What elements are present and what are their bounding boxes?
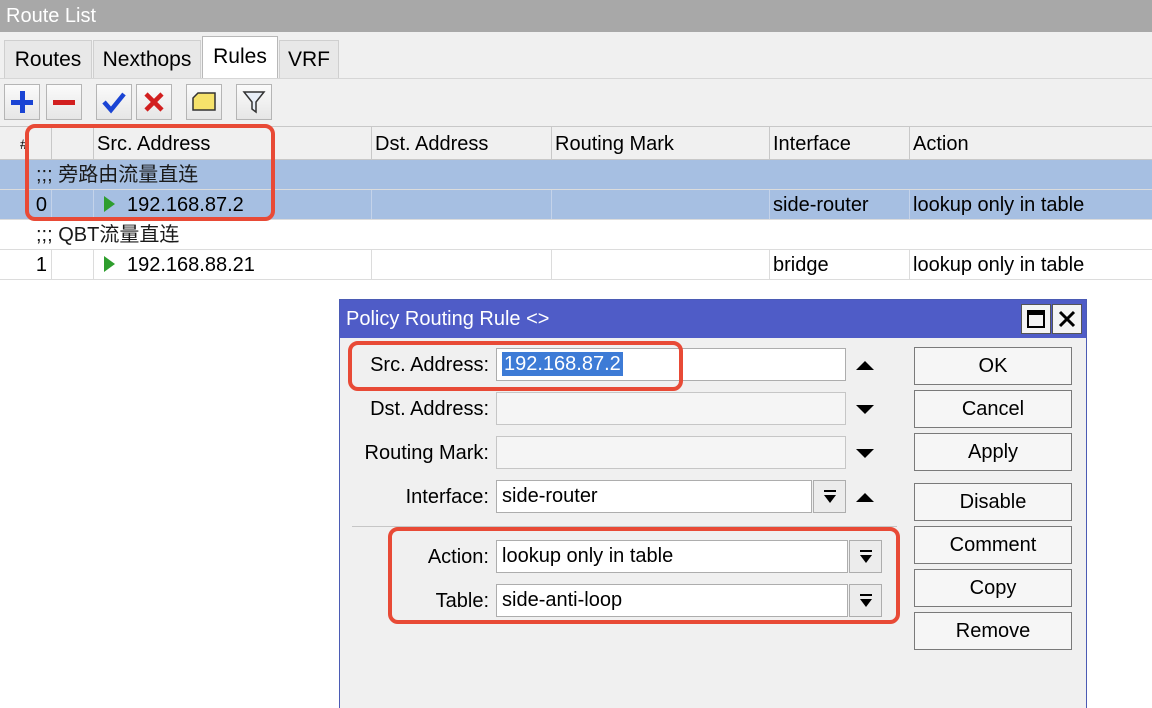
interface-dropdown-button[interactable] bbox=[813, 480, 846, 513]
row-flags bbox=[52, 250, 94, 279]
toolbar bbox=[0, 78, 1152, 126]
column-header-routing-mark[interactable]: Routing Mark bbox=[552, 127, 770, 160]
row-number: 1 bbox=[0, 250, 52, 279]
collapse-interface-icon[interactable] bbox=[856, 493, 874, 502]
ok-button[interactable]: OK bbox=[914, 347, 1072, 385]
maximize-button[interactable] bbox=[1021, 304, 1051, 334]
column-header-number[interactable]: # bbox=[0, 127, 52, 160]
table-row-comment[interactable]: ;;; 旁路由流量直连 bbox=[0, 160, 1152, 190]
row-action: lookup only in table bbox=[913, 254, 1085, 276]
dialog-title: Policy Routing Rule <> bbox=[340, 300, 1086, 338]
row-src-address-cell: 192.168.88.21 bbox=[94, 250, 372, 279]
column-header-flags[interactable] bbox=[52, 127, 94, 160]
row-number: 0 bbox=[0, 190, 52, 219]
row-src-address-cell: 192.168.87.2 bbox=[94, 190, 372, 219]
row-action: lookup only in table bbox=[913, 194, 1085, 216]
column-header-dst-address[interactable]: Dst. Address bbox=[372, 127, 552, 160]
divider bbox=[352, 526, 897, 527]
dropdown-icon bbox=[859, 593, 872, 607]
copy-button[interactable]: Copy bbox=[914, 569, 1072, 607]
filter-button[interactable] bbox=[236, 84, 272, 120]
play-icon bbox=[104, 256, 115, 273]
remove-icon bbox=[53, 100, 75, 105]
grid-header: # Src. Address Dst. Address Routing Mark… bbox=[0, 126, 1152, 160]
action-select[interactable]: lookup only in table bbox=[496, 540, 848, 573]
row-interface: side-router bbox=[770, 190, 910, 219]
tab-nexthops[interactable]: Nexthops bbox=[93, 40, 201, 78]
remove-button[interactable] bbox=[46, 84, 82, 120]
comment-button[interactable]: Comment bbox=[914, 526, 1072, 564]
action-dropdown-button[interactable] bbox=[849, 540, 882, 573]
table-select[interactable]: side-anti-loop bbox=[496, 584, 848, 617]
interface-select[interactable]: side-router bbox=[496, 480, 812, 513]
dst-address-input[interactable] bbox=[496, 392, 846, 425]
maximize-icon bbox=[1027, 310, 1045, 328]
routing-mark-label: Routing Mark: bbox=[364, 442, 490, 464]
dst-address-label: Dst. Address: bbox=[370, 398, 489, 420]
table-row[interactable]: 0 192.168.87.2 side-router lookup only i… bbox=[0, 190, 1152, 220]
collapse-src-icon[interactable] bbox=[856, 361, 874, 370]
column-header-action[interactable]: Action bbox=[910, 127, 1152, 160]
routing-mark-input[interactable] bbox=[496, 436, 846, 469]
expand-routing-mark-icon[interactable] bbox=[856, 449, 874, 458]
src-address-input[interactable]: 192.168.87.2 bbox=[496, 348, 846, 381]
dropdown-icon bbox=[859, 549, 872, 563]
column-header-src-address[interactable]: Src. Address bbox=[94, 127, 372, 160]
row-comment: ;;; 旁路由流量直连 bbox=[36, 164, 199, 186]
table-row[interactable]: 1 192.168.88.21 bridge lookup only in ta… bbox=[0, 250, 1152, 280]
row-routing-mark bbox=[552, 250, 770, 279]
src-address-label: Src. Address: bbox=[370, 354, 489, 376]
row-interface: bridge bbox=[770, 250, 910, 279]
expand-dst-icon[interactable] bbox=[856, 405, 874, 414]
policy-routing-rule-dialog: Policy Routing Rule <> Src. Address: 192… bbox=[339, 299, 1087, 708]
src-address-value: 192.168.87.2 bbox=[502, 352, 623, 376]
disable-button[interactable]: Disable bbox=[914, 483, 1072, 521]
row-src-address: 192.168.88.21 bbox=[127, 254, 255, 276]
table-row-comment[interactable]: ;;; QBT流量直连 bbox=[0, 220, 1152, 250]
enable-button[interactable] bbox=[96, 84, 132, 120]
disable-button[interactable] bbox=[136, 84, 172, 120]
row-routing-mark bbox=[552, 190, 770, 219]
close-button[interactable] bbox=[1052, 304, 1082, 334]
row-dst-address bbox=[372, 190, 552, 219]
comment-button[interactable] bbox=[186, 84, 222, 120]
remove-button[interactable]: Remove bbox=[914, 612, 1072, 650]
table-dropdown-button[interactable] bbox=[849, 584, 882, 617]
add-icon bbox=[11, 91, 33, 113]
interface-label: Interface: bbox=[405, 486, 489, 508]
apply-button[interactable]: Apply bbox=[914, 433, 1072, 471]
play-icon bbox=[104, 196, 115, 213]
enable-icon bbox=[102, 92, 126, 114]
action-label: Action: bbox=[427, 546, 489, 568]
filter-icon bbox=[242, 91, 266, 114]
disable-icon bbox=[144, 92, 164, 112]
row-flags bbox=[52, 190, 94, 219]
tab-vrf[interactable]: VRF bbox=[279, 40, 339, 78]
close-icon bbox=[1058, 310, 1076, 328]
row-dst-address bbox=[372, 250, 552, 279]
row-src-address: 192.168.87.2 bbox=[127, 194, 244, 216]
cancel-button[interactable]: Cancel bbox=[914, 390, 1072, 428]
comment-icon bbox=[192, 92, 216, 111]
column-header-interface[interactable]: Interface bbox=[770, 127, 910, 160]
tab-bar: Routes Nexthops Rules VRF bbox=[0, 32, 1152, 78]
table-label: Table: bbox=[435, 590, 489, 612]
window-title: Route List bbox=[0, 0, 1152, 32]
add-button[interactable] bbox=[4, 84, 40, 120]
tab-routes[interactable]: Routes bbox=[4, 40, 92, 78]
row-comment: ;;; QBT流量直连 bbox=[36, 224, 180, 246]
dropdown-icon bbox=[823, 489, 836, 503]
tab-rules[interactable]: Rules bbox=[202, 36, 278, 78]
